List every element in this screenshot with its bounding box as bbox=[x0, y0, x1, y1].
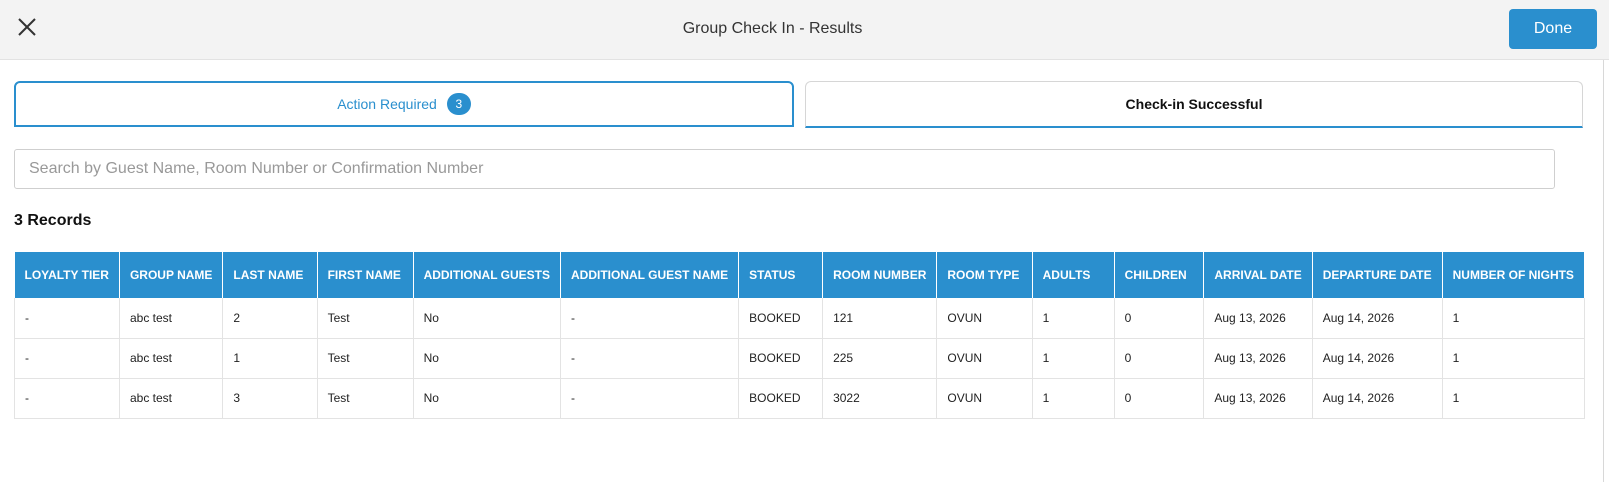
table-cell: - bbox=[560, 378, 740, 419]
tab-check-in-successful[interactable]: Check-in Successful bbox=[805, 81, 1583, 128]
table-cell: - bbox=[560, 338, 740, 379]
table-cell: 0 bbox=[1114, 338, 1205, 379]
table-cell: - bbox=[560, 298, 740, 339]
table-cell: Aug 13, 2026 bbox=[1203, 298, 1313, 339]
table-cell: OVUN bbox=[936, 298, 1033, 339]
results-table-container[interactable]: LOYALTY TIER GROUP NAME LAST NAME FIRST NAM… bbox=[14, 252, 1585, 422]
column-header[interactable]: ADDITIONAL GUESTS bbox=[413, 252, 562, 298]
table-cell: No bbox=[413, 338, 562, 379]
table-body: - abc test 2 Test No - BOOKED 121 OVUN 1 0 Aug 13, … bbox=[14, 298, 1585, 419]
table-cell: BOOKED bbox=[738, 378, 824, 419]
table-cell: 121 bbox=[822, 298, 938, 339]
column-header[interactable]: STATUS bbox=[738, 252, 824, 298]
table-row[interactable]: - abc test 2 Test No - BOOKED 121 OVUN 1 0 Aug 13, … bbox=[14, 298, 1585, 339]
tab-label: Check-in Successful bbox=[1125, 96, 1263, 112]
column-header[interactable]: DEPARTURE DATE bbox=[1312, 252, 1443, 298]
table-cell: 1 bbox=[1442, 378, 1585, 419]
table-cell: abc test bbox=[119, 378, 224, 419]
table-cell: Aug 14, 2026 bbox=[1312, 338, 1443, 379]
table-cell: - bbox=[14, 298, 120, 339]
table-cell: 1 bbox=[1032, 378, 1115, 419]
table-row[interactable]: - abc test 3 Test No - BOOKED 3022 OVUN 1 0 Aug 13,… bbox=[14, 378, 1585, 419]
table-cell: 1 bbox=[1032, 298, 1115, 339]
table-cell: Test bbox=[317, 298, 414, 339]
table-row[interactable]: - abc test 1 Test No - BOOKED 225 OVUN 1 0 Aug 13, … bbox=[14, 338, 1585, 379]
table-header-row: LOYALTY TIER GROUP NAME LAST NAME FIRST NAM… bbox=[14, 252, 1585, 298]
table-cell: 2 bbox=[222, 298, 318, 339]
search-input[interactable] bbox=[14, 149, 1555, 189]
table-cell: BOOKED bbox=[738, 338, 824, 379]
table-cell: abc test bbox=[119, 298, 224, 339]
count-badge: 3 bbox=[446, 93, 471, 115]
table-cell: Aug 13, 2026 bbox=[1203, 378, 1313, 419]
column-header[interactable]: FIRST NAME bbox=[317, 252, 414, 298]
column-header[interactable]: NUMBER OF NIGHTS bbox=[1442, 252, 1585, 298]
table-cell: 1 bbox=[1442, 298, 1585, 339]
column-header[interactable]: ARRIVAL DATE bbox=[1203, 252, 1313, 298]
table-cell: 225 bbox=[822, 338, 938, 379]
table-cell: Aug 13, 2026 bbox=[1203, 338, 1313, 379]
column-header[interactable]: CHILDREN bbox=[1114, 252, 1205, 298]
results-table: LOYALTY TIER GROUP NAME LAST NAME FIRST NAM… bbox=[14, 252, 1585, 419]
table-cell: Aug 14, 2026 bbox=[1312, 378, 1443, 419]
table-cell: 1 bbox=[1032, 338, 1115, 379]
table-cell: 3 bbox=[222, 378, 318, 419]
table-cell: No bbox=[413, 378, 562, 419]
table-cell: 1 bbox=[222, 338, 318, 379]
table-cell: OVUN bbox=[936, 378, 1033, 419]
table-cell: 3022 bbox=[822, 378, 938, 419]
tab-label: Action Required bbox=[337, 96, 437, 112]
column-header[interactable]: ROOM TYPE bbox=[936, 252, 1033, 298]
done-button[interactable]: Done bbox=[1509, 9, 1597, 49]
tab-action-required[interactable]: Action Required 3 bbox=[14, 81, 794, 127]
table-cell: No bbox=[413, 298, 562, 339]
column-header[interactable]: ADDITIONAL GUEST NAME bbox=[560, 252, 740, 298]
column-header[interactable]: LAST NAME bbox=[222, 252, 318, 298]
header-bar: Group Check In - Results Done bbox=[0, 0, 1609, 60]
column-header[interactable]: ROOM NUMBER bbox=[822, 252, 938, 298]
column-header[interactable]: LOYALTY TIER bbox=[14, 252, 120, 298]
table-cell: OVUN bbox=[936, 338, 1033, 379]
table-cell: 1 bbox=[1442, 338, 1585, 379]
column-header[interactable]: ADULTS bbox=[1032, 252, 1115, 298]
table-cell: Test bbox=[317, 378, 414, 419]
table-cell: BOOKED bbox=[738, 298, 824, 339]
table-cell: abc test bbox=[119, 338, 224, 379]
table-cell: 0 bbox=[1114, 298, 1205, 339]
page-title: Group Check In - Results bbox=[682, 20, 863, 37]
scrollbar-track[interactable] bbox=[1603, 60, 1604, 482]
records-count: 3 Records bbox=[14, 212, 92, 229]
table-cell: Aug 14, 2026 bbox=[1312, 298, 1443, 339]
table-cell: - bbox=[14, 378, 120, 419]
table-cell: Test bbox=[317, 338, 414, 379]
table-cell: 0 bbox=[1114, 378, 1205, 419]
column-header[interactable]: GROUP NAME bbox=[119, 252, 224, 298]
table-cell: - bbox=[14, 338, 120, 379]
